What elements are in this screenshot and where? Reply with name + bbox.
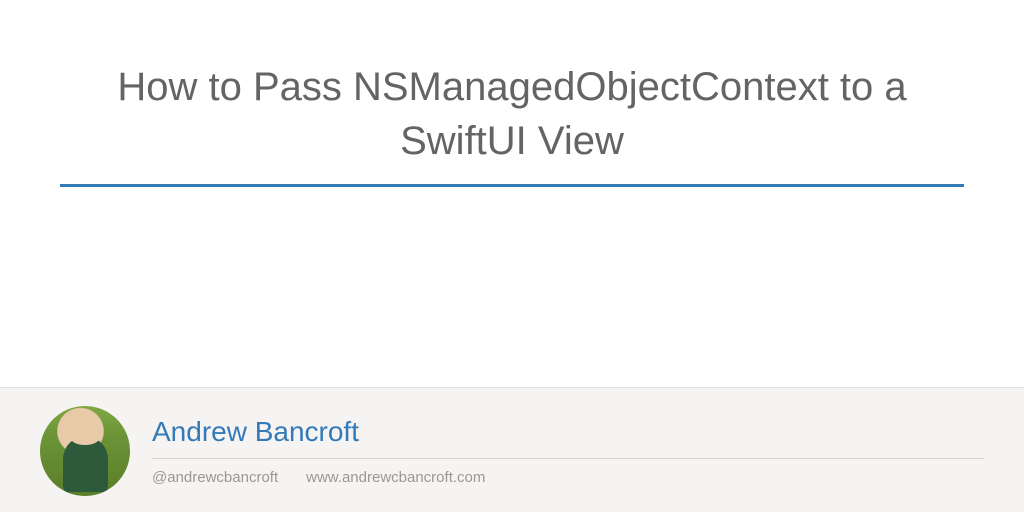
author-meta: @andrewcbancroft www.andrewcbancroft.com [152, 465, 984, 486]
author-handle: @andrewcbancroft [152, 469, 278, 486]
title-underline [60, 184, 964, 187]
author-footer: Andrew Bancroft @andrewcbancroft www.and… [0, 387, 1024, 512]
author-name: Andrew Bancroft [152, 416, 984, 459]
author-info: Andrew Bancroft @andrewcbancroft www.and… [152, 416, 984, 486]
page-title: How to Pass NSManagedObjectContext to a … [60, 60, 964, 182]
author-avatar [40, 406, 130, 496]
main-content: How to Pass NSManagedObjectContext to a … [0, 0, 1024, 387]
author-website: www.andrewcbancroft.com [306, 469, 485, 486]
